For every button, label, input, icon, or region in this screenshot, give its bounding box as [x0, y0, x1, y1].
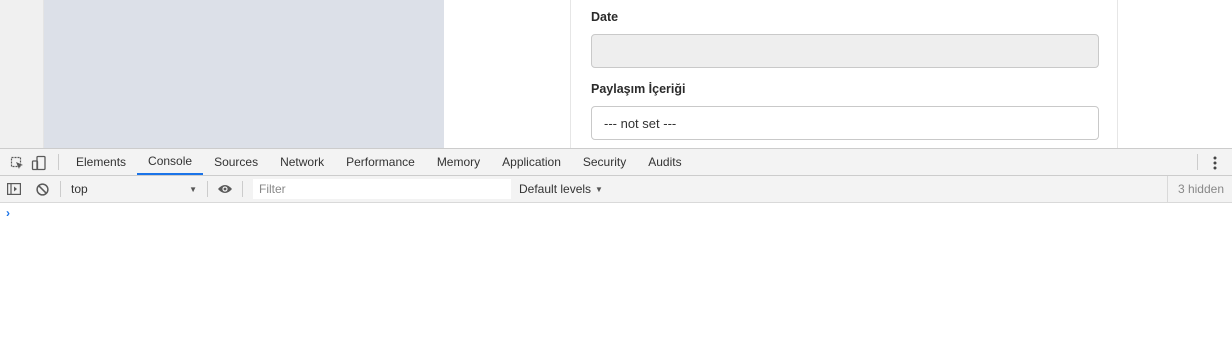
execution-context-select[interactable]: top ▼: [65, 179, 203, 199]
tab-label: Audits: [648, 155, 682, 169]
tab-security[interactable]: Security: [572, 149, 637, 175]
show-sidebar-icon[interactable]: [0, 176, 28, 202]
tab-network[interactable]: Network: [269, 149, 335, 175]
tab-label: Performance: [346, 155, 415, 169]
tab-console[interactable]: Console: [137, 149, 204, 175]
console-prompt-icon: ›: [6, 206, 10, 220]
tab-sources[interactable]: Sources: [203, 149, 269, 175]
clear-console-icon[interactable]: [28, 176, 56, 202]
filter-input[interactable]: [253, 179, 511, 199]
log-levels-label: Default levels: [519, 182, 592, 196]
tab-label: Sources: [214, 155, 259, 169]
tab-label: Application: [502, 155, 561, 169]
toolbar-divider: [60, 181, 61, 197]
devtools-panel: Elements Console Sources Network Perform…: [0, 148, 1232, 348]
form-card: Date Paylaşım İçeriği --- not set ---: [570, 0, 1118, 148]
share-content-label: Paylaşım İçeriği: [591, 82, 686, 96]
toolbar-divider: [58, 154, 59, 170]
date-label: Date: [591, 10, 619, 24]
more-options-icon[interactable]: [1198, 149, 1232, 176]
dropdown-arrow-icon: ▼: [189, 184, 197, 194]
tab-performance[interactable]: Performance: [335, 149, 426, 175]
content-panel: [44, 0, 444, 148]
inspect-element-icon[interactable]: [6, 149, 28, 176]
dropdown-arrow-icon: ▼: [595, 184, 603, 194]
tab-audits[interactable]: Audits: [637, 149, 692, 175]
context-value: top: [71, 182, 88, 196]
live-expression-eye-icon[interactable]: [212, 176, 238, 202]
share-content-select[interactable]: --- not set ---: [591, 106, 1099, 140]
tab-memory[interactable]: Memory: [426, 149, 491, 175]
toolbar-divider: [242, 181, 243, 197]
device-toolbar-icon[interactable]: [28, 149, 50, 176]
tab-label: Network: [280, 155, 325, 169]
devtools-tabbar: Elements Console Sources Network Perform…: [0, 149, 1232, 176]
log-levels-dropdown[interactable]: Default levels ▼: [519, 182, 603, 196]
tab-application[interactable]: Application: [491, 149, 572, 175]
tab-label: Elements: [76, 155, 127, 169]
tab-label: Console: [148, 154, 193, 168]
page-viewport: Date Paylaşım İçeriği --- not set ---: [0, 0, 1232, 148]
hidden-messages-count: 3 hidden: [1166, 176, 1232, 202]
date-field[interactable]: [591, 34, 1099, 68]
console-output[interactable]: ›: [0, 203, 1232, 347]
tab-elements[interactable]: Elements: [65, 149, 137, 175]
toolbar-divider: [207, 181, 208, 197]
tab-label: Memory: [436, 155, 481, 169]
left-gutter: [0, 0, 44, 148]
tab-label: Security: [582, 155, 627, 169]
console-toolbar: top ▼ Default levels ▼ 3 hidden: [0, 176, 1232, 203]
